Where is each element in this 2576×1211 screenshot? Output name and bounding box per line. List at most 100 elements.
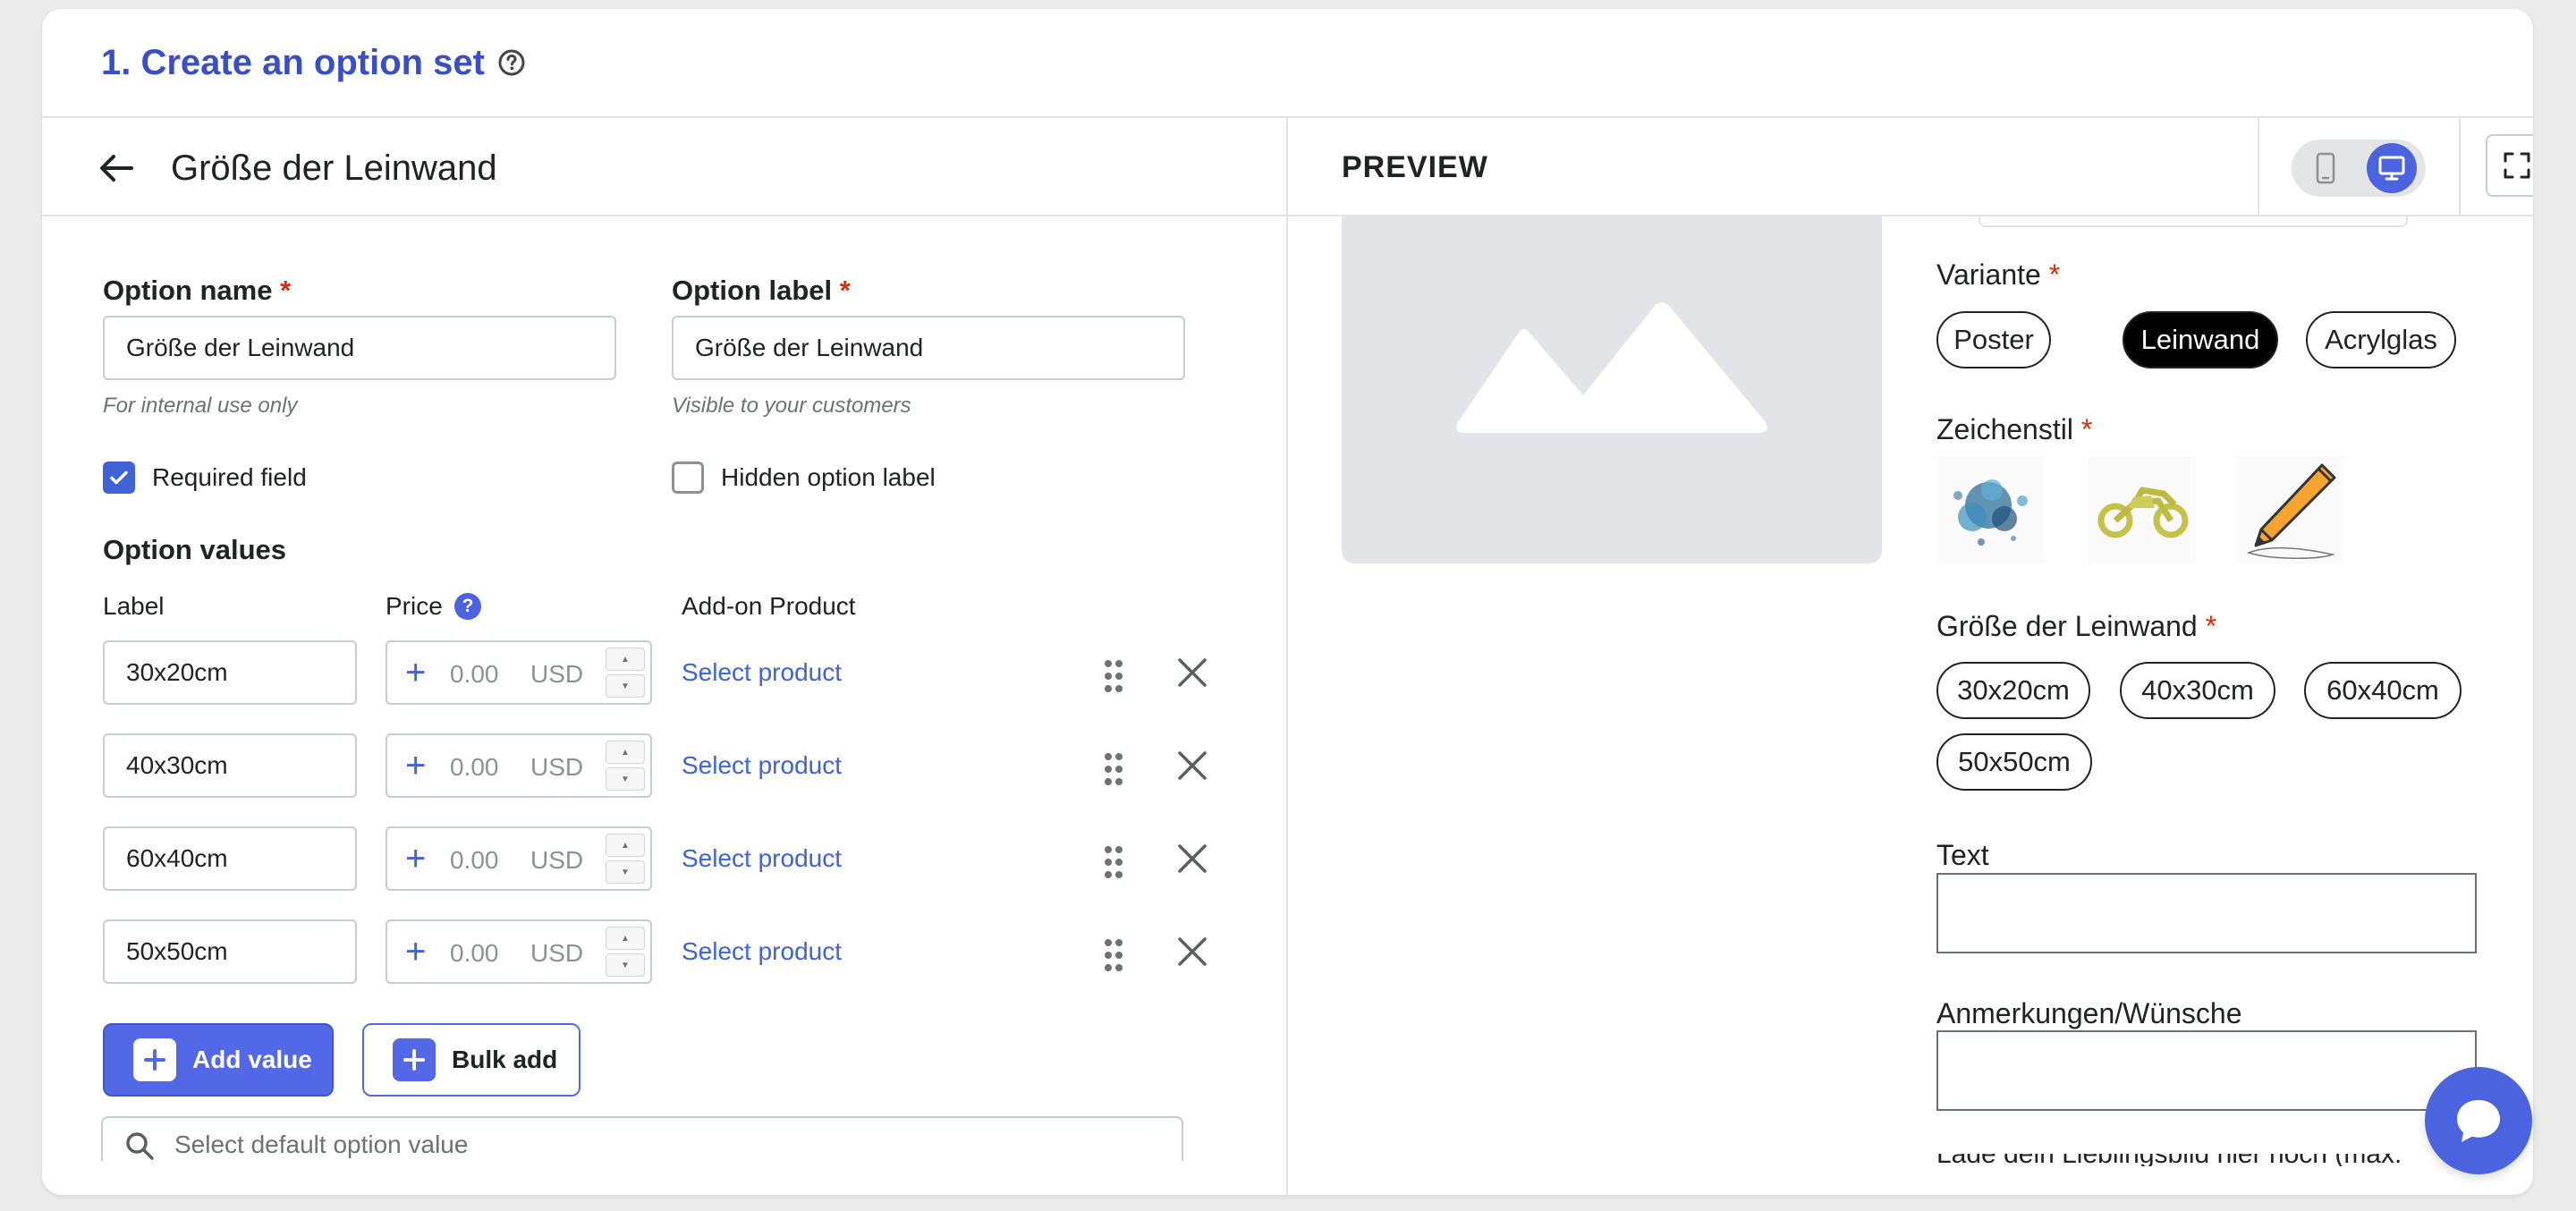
default-value-select[interactable]: Select default option value — [101, 1116, 1183, 1161]
option-label-hint: Visible to your customers — [672, 394, 911, 418]
required-field-label: Required field — [152, 463, 307, 491]
price-amount: 0.00 — [450, 753, 499, 781]
currency-label: USD — [530, 939, 584, 967]
option-name-input[interactable]: Größe der Leinwand — [103, 316, 616, 380]
divider — [2459, 118, 2461, 216]
chat-launcher-button[interactable] — [2425, 1067, 2532, 1174]
value-label-input[interactable]: 30x20cm — [103, 640, 357, 705]
option-values-heading: Option values — [103, 534, 286, 565]
currency-label: USD — [530, 846, 584, 874]
price-input[interactable]: + 0.00 USD ▲ ▼ — [386, 640, 652, 705]
variante-option-leinwand[interactable]: Leinwand — [2123, 311, 2278, 368]
page-title: 1. Create an option set — [101, 42, 485, 82]
option-name-hint: For internal use only — [103, 394, 298, 418]
price-stepper[interactable]: ▲ ▼ — [606, 648, 645, 698]
fullscreen-button[interactable] — [2486, 134, 2533, 197]
bulk-add-button[interactable]: Bulk add — [362, 1023, 580, 1097]
price-input[interactable]: + 0.00 USD ▲ ▼ — [386, 826, 652, 891]
drag-handle-icon[interactable] — [1103, 658, 1124, 694]
price-stepper[interactable]: ▲ ▼ — [606, 741, 645, 791]
price-input[interactable]: + 0.00 USD ▲ ▼ — [386, 733, 652, 798]
divider — [2258, 118, 2259, 216]
price-amount: 0.00 — [450, 846, 499, 874]
select-product-link[interactable]: Select product — [682, 844, 842, 873]
option-label-label: Option label * — [672, 275, 851, 306]
groesse-option[interactable]: 40x30cm — [2120, 662, 2275, 719]
device-toggle[interactable] — [2292, 140, 2426, 197]
price-stepper[interactable]: ▲ ▼ — [606, 927, 645, 977]
groesse-option[interactable]: 60x40cm — [2304, 662, 2462, 719]
price-help-icon[interactable]: ? — [454, 593, 481, 620]
desktop-icon[interactable] — [2367, 143, 2417, 193]
column-price: Price — [386, 592, 443, 620]
variante-option-poster[interactable]: Poster — [1936, 311, 2051, 368]
plus-icon: + — [405, 839, 427, 878]
plus-icon: + — [405, 653, 427, 692]
variante-label: Variante * — [1936, 258, 2061, 291]
watercolor-splash-swatch[interactable] — [1936, 456, 2044, 563]
back-arrow-icon[interactable] — [96, 148, 137, 189]
stepper-up-icon[interactable]: ▲ — [606, 834, 645, 857]
editor-header: Größe der Leinwand — [42, 118, 1286, 216]
required-field-checkbox[interactable] — [103, 462, 135, 494]
price-input[interactable]: + 0.00 USD ▲ ▼ — [386, 919, 652, 984]
option-name-label: Option name * — [103, 275, 292, 306]
drag-handle-icon[interactable] — [1103, 751, 1124, 787]
variante-option-acrylglas[interactable]: Acrylglas — [2306, 311, 2456, 368]
stepper-up-icon[interactable]: ▲ — [606, 648, 645, 671]
pencil-swatch[interactable] — [2236, 456, 2343, 563]
stepper-up-icon[interactable]: ▲ — [606, 741, 645, 764]
fullscreen-icon — [2504, 152, 2530, 179]
stepper-up-icon[interactable]: ▲ — [606, 927, 645, 950]
add-value-label: Add value — [192, 1046, 312, 1073]
remove-value-icon[interactable] — [1173, 839, 1212, 878]
plus-icon: + — [405, 932, 427, 971]
help-circle-icon[interactable] — [497, 48, 526, 77]
upload-field-label: Lade dein Lieblingsbild hier hoch (max. — [1936, 1154, 2419, 1166]
chat-bubble-icon — [2457, 1100, 2500, 1142]
groesse-option[interactable]: 30x20cm — [1936, 662, 2090, 719]
notes-field-input[interactable] — [1936, 1030, 2477, 1111]
image-placeholder-icon — [1456, 302, 1767, 433]
currency-label: USD — [530, 660, 584, 688]
remove-value-icon[interactable] — [1173, 932, 1212, 971]
stepper-down-icon[interactable]: ▼ — [606, 767, 645, 791]
drag-handle-icon[interactable] — [1103, 937, 1124, 973]
value-label-input[interactable]: 40x30cm — [103, 733, 357, 798]
mobile-icon[interactable] — [2309, 152, 2342, 184]
stepper-down-icon[interactable]: ▼ — [606, 953, 645, 977]
select-product-link[interactable]: Select product — [682, 937, 842, 966]
option-label-input[interactable]: Größe der Leinwand — [672, 316, 1185, 380]
remove-value-icon[interactable] — [1173, 653, 1212, 692]
column-addon-product: Add-on Product — [682, 592, 856, 620]
value-label-input[interactable]: 60x40cm — [103, 826, 357, 891]
motorcycle-swatch[interactable] — [2089, 456, 2196, 563]
add-value-button[interactable]: Add value — [103, 1023, 334, 1097]
price-stepper[interactable]: ▲ ▼ — [606, 834, 645, 884]
preview-header: PREVIEW — [1288, 118, 2533, 216]
text-field-input[interactable] — [1936, 873, 2477, 953]
price-amount: 0.00 — [450, 939, 499, 967]
option-editor-panel: Größe der Leinwand Option name * Größe d… — [42, 118, 1288, 1195]
select-product-link[interactable]: Select product — [682, 658, 842, 687]
card-header: 1. Create an option set — [42, 9, 2533, 118]
hidden-option-label-label: Hidden option label — [721, 463, 936, 491]
preview-title: PREVIEW — [1342, 150, 1488, 184]
plus-icon — [133, 1038, 176, 1081]
plus-icon — [393, 1038, 436, 1081]
zeichenstil-label: Zeichenstil * — [1936, 413, 2093, 445]
column-label: Label — [103, 592, 165, 620]
remove-value-icon[interactable] — [1173, 746, 1212, 785]
drag-handle-icon[interactable] — [1103, 844, 1124, 880]
stepper-down-icon[interactable]: ▼ — [606, 674, 645, 698]
preview-scrolled-field-edge — [1979, 216, 2408, 227]
value-label-input[interactable]: 50x50cm — [103, 919, 357, 984]
groesse-label: Größe der Leinwand * — [1936, 610, 2217, 642]
hidden-option-label-checkbox[interactable] — [672, 462, 704, 494]
default-value-placeholder: Select default option value — [174, 1131, 469, 1158]
groesse-option[interactable]: 50x50cm — [1936, 733, 2092, 791]
stepper-down-icon[interactable]: ▼ — [606, 860, 645, 884]
select-product-link[interactable]: Select product — [682, 751, 842, 780]
preview-panel: PREVIEW Variante * Poster Leinwand Acryl… — [1288, 118, 2533, 1195]
upload-field-label-cutoff: Lade dein Lieblingsbild hier hoch (max. — [1936, 1154, 2419, 1166]
